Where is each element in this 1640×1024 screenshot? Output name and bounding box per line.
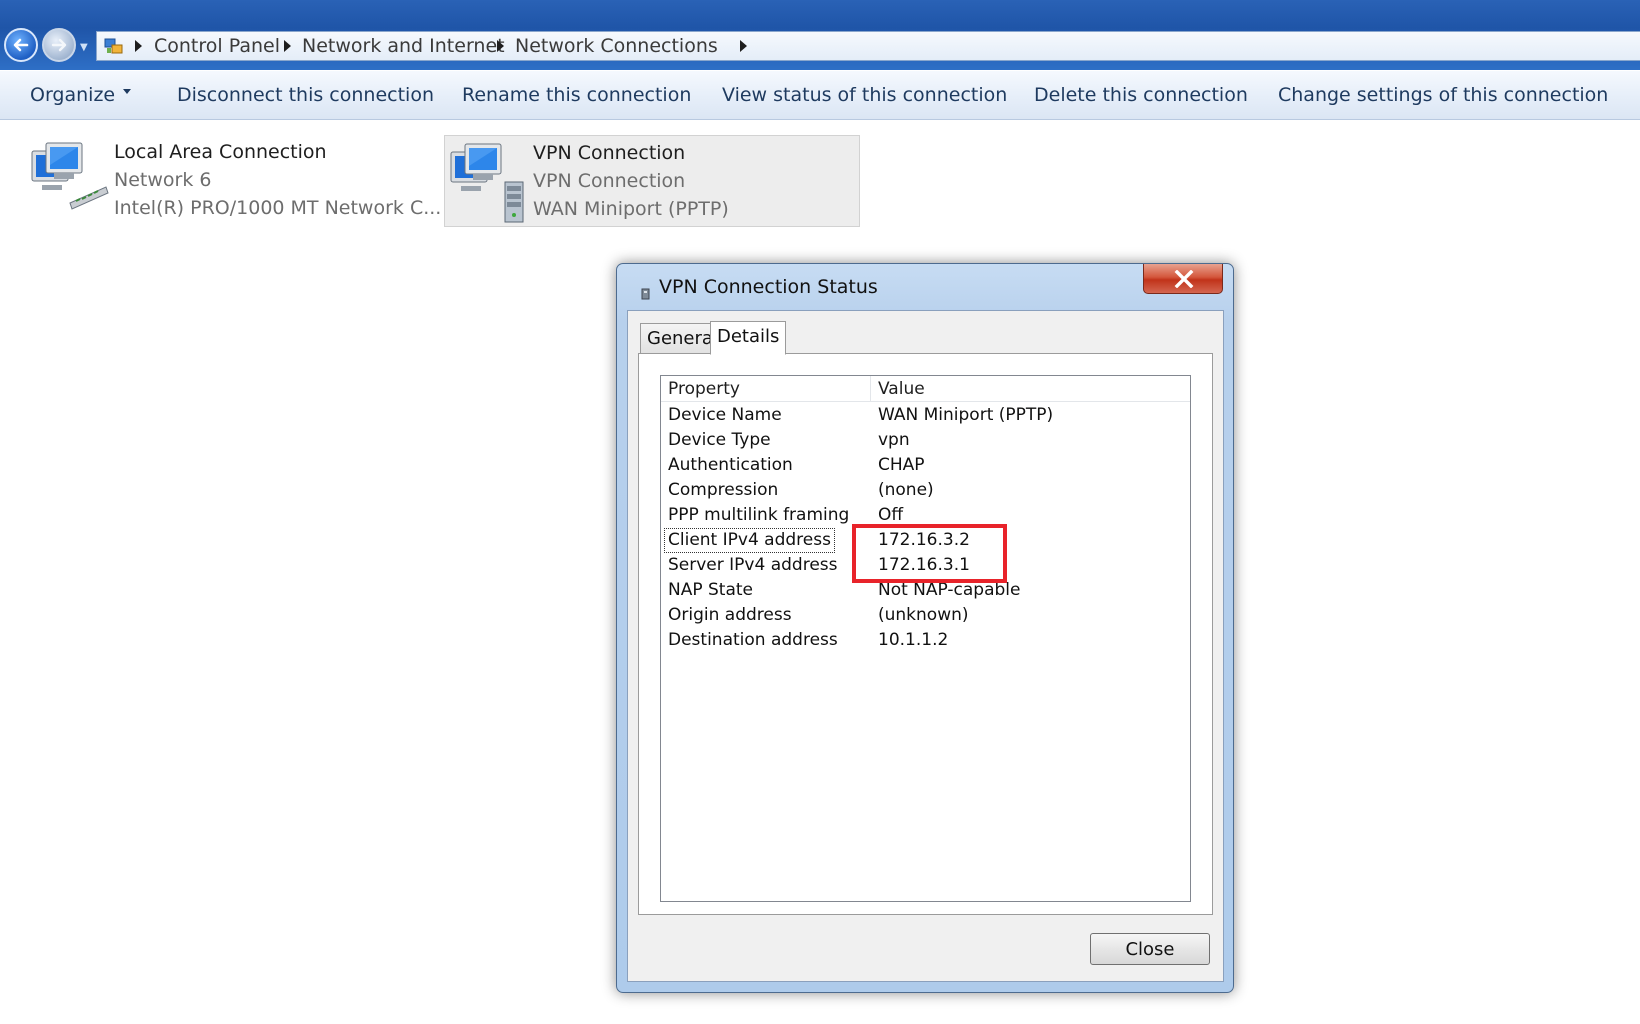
row-property: Destination address: [668, 630, 838, 650]
connection-network: Network 6: [114, 169, 212, 191]
table-row[interactable]: Compression (none): [661, 478, 1190, 503]
connection-device: Intel(R) PRO/1000 MT Network C...: [114, 197, 442, 219]
connection-type: VPN Connection: [533, 170, 686, 192]
row-property: Server IPv4 address: [668, 555, 838, 575]
table-row[interactable]: Origin address (unknown): [661, 603, 1190, 628]
row-property: Origin address: [668, 605, 792, 625]
view-status-button[interactable]: View status of this connection: [722, 71, 1007, 119]
column-header-value[interactable]: Value: [878, 376, 925, 402]
connection-item-local-area[interactable]: Local Area Connection Network 6 Intel(R)…: [26, 135, 441, 227]
rename-button[interactable]: Rename this connection: [462, 71, 691, 119]
connection-device: WAN Miniport (PPTP): [533, 198, 729, 220]
row-property: Compression: [668, 480, 779, 500]
breadcrumb-control-panel[interactable]: Control Panel: [154, 32, 280, 60]
table-row[interactable]: Device Type vpn: [661, 428, 1190, 453]
breadcrumb-separator-icon[interactable]: [135, 40, 142, 52]
close-icon: [1174, 270, 1194, 288]
list-header: Property Value: [661, 376, 1190, 402]
breadcrumb-network-and-internet[interactable]: Network and Internet: [302, 32, 505, 60]
change-settings-button[interactable]: Change settings of this connection: [1278, 71, 1608, 119]
forward-arrow-icon: [51, 38, 67, 52]
row-value: (unknown): [878, 605, 969, 625]
details-tab-panel: Property Value Device Name WAN Miniport …: [638, 353, 1213, 915]
connection-name: VPN Connection: [533, 142, 686, 164]
tab-details[interactable]: Details: [710, 321, 787, 355]
address-bar: ▼ Control Panel Network and Internet Net…: [0, 0, 1640, 70]
dialog-body: General Details Property Value Device Na…: [627, 310, 1224, 982]
row-property: PPP multilink framing: [668, 505, 850, 525]
connection-item-vpn[interactable]: VPN Connection VPN Connection WAN Minipo…: [444, 135, 860, 227]
connection-status-icon: [641, 288, 650, 300]
back-button[interactable]: [4, 28, 38, 62]
highlight-annotation: [852, 524, 1007, 583]
breadcrumb-separator-icon[interactable]: [740, 40, 747, 52]
delete-connection-button[interactable]: Delete this connection: [1034, 71, 1248, 119]
row-property: Device Type: [668, 430, 771, 450]
breadcrumb-separator-icon[interactable]: [284, 40, 291, 52]
breadcrumb-network-connections[interactable]: Network Connections: [515, 32, 718, 60]
recent-pages-dropdown[interactable]: ▼: [80, 42, 88, 53]
row-value: vpn: [878, 430, 910, 450]
chevron-down-icon: [123, 89, 132, 94]
table-row[interactable]: Destination address 10.1.1.2: [661, 628, 1190, 653]
organize-label: Organize: [30, 84, 116, 106]
back-arrow-icon: [13, 38, 29, 52]
organize-button[interactable]: Organize: [30, 71, 132, 119]
row-value: WAN Miniport (PPTP): [878, 405, 1054, 425]
column-header-property[interactable]: Property: [668, 376, 740, 402]
vpn-status-dialog: VPN Connection Status General Details Pr…: [616, 263, 1234, 993]
disconnect-button[interactable]: Disconnect this connection: [177, 71, 434, 119]
command-bar: Organize Disconnect this connection Rena…: [0, 70, 1640, 120]
table-row[interactable]: Authentication CHAP: [661, 453, 1190, 478]
vpn-connection-icon: [450, 143, 524, 223]
close-button[interactable]: Close: [1090, 933, 1210, 965]
connection-name: Local Area Connection: [114, 141, 327, 163]
breadcrumb[interactable]: Control Panel Network and Internet Netwo…: [96, 31, 1640, 61]
details-list[interactable]: Property Value Device Name WAN Miniport …: [660, 375, 1191, 902]
row-property: Device Name: [668, 405, 782, 425]
row-property: NAP State: [668, 580, 753, 600]
dialog-close-button[interactable]: [1143, 264, 1223, 294]
row-property: Authentication: [668, 455, 793, 475]
forward-button[interactable]: [42, 28, 76, 62]
dialog-title: VPN Connection Status: [659, 276, 878, 298]
column-divider[interactable]: [870, 376, 871, 402]
row-value: (none): [878, 480, 934, 500]
table-row[interactable]: Device Name WAN Miniport (PPTP): [661, 403, 1190, 428]
network-connections-icon: [104, 38, 123, 54]
breadcrumb-separator-icon[interactable]: [497, 40, 504, 52]
row-value: CHAP: [878, 455, 925, 475]
row-value: 10.1.1.2: [878, 630, 949, 650]
network-adapter-icon: [31, 142, 109, 210]
row-property: Client IPv4 address: [664, 528, 835, 553]
